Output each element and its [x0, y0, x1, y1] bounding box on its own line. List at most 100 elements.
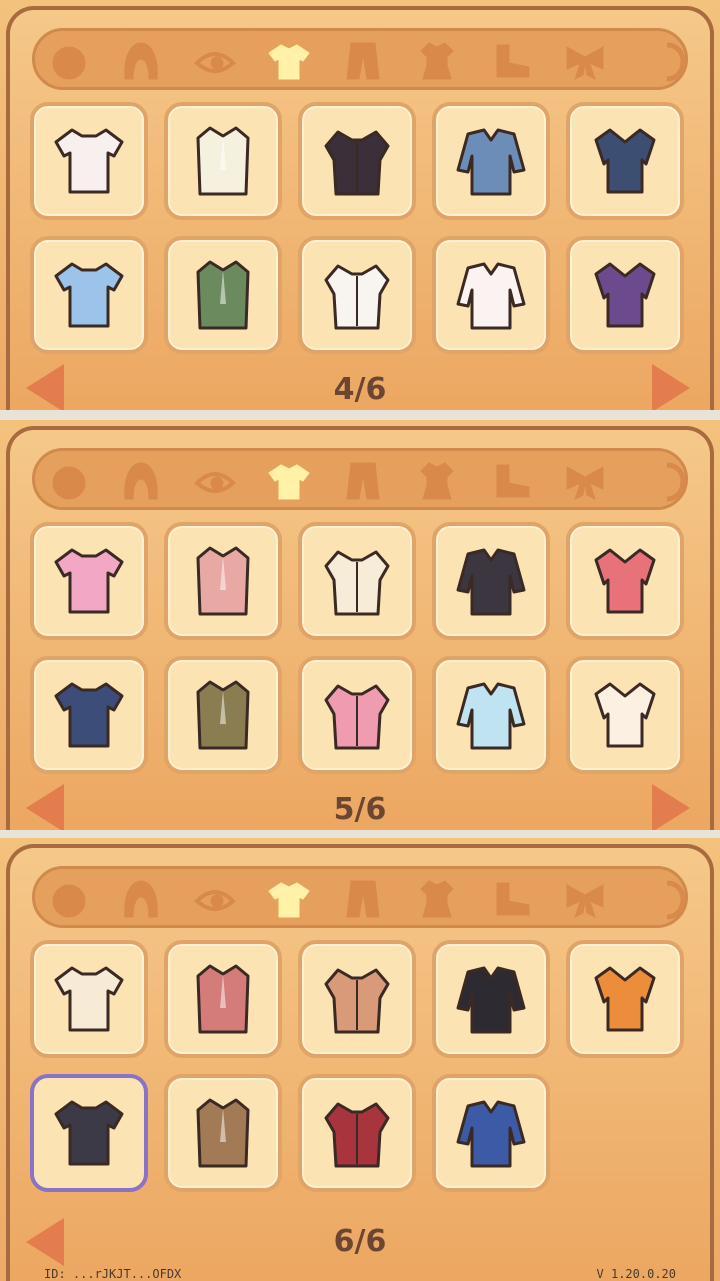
accessory-tab[interactable] [563, 39, 607, 83]
brown-blazer-icon [196, 1098, 250, 1168]
next-page-button[interactable] [652, 364, 690, 410]
clothing-item-navy-vest-blue-sleeves[interactable] [30, 656, 148, 774]
clothing-item-black-tee-bunny[interactable] [432, 522, 550, 640]
wardrobe-panel: 4/6 [0, 0, 720, 410]
next-page-button[interactable] [652, 784, 690, 830]
more-icon [666, 880, 686, 920]
clothing-item-cream-shirt-blue-sleeves[interactable] [566, 656, 684, 774]
cream-tee-ribbon-icon [324, 550, 390, 616]
dark-blazer-icon [54, 1100, 124, 1166]
clothing-item-light-blue-shrug[interactable] [432, 656, 550, 774]
outfit-tab[interactable] [415, 459, 459, 503]
top-tab[interactable] [267, 39, 311, 83]
face-icon [52, 466, 86, 500]
sailor-blouse-red-tie-icon [324, 264, 390, 330]
outfit-tab[interactable] [415, 39, 459, 83]
clothing-item-off-shoulder-white-top[interactable] [432, 236, 550, 354]
clothing-item-blue-blouse[interactable] [30, 236, 148, 354]
navy-sweater-wave-icon [594, 128, 656, 194]
clothing-item-pink-vest-belt[interactable] [298, 656, 416, 774]
clothing-item-yellow-sleeve-blouse-tie[interactable] [30, 940, 148, 1058]
clothing-item-cream-vest-green-tie[interactable] [164, 102, 282, 220]
clothing-item-brown-blazer[interactable] [164, 1074, 282, 1192]
bottom-icon [346, 880, 380, 918]
hair-icon [124, 42, 158, 80]
player-id: ID: ...rJKJT...OFDX [44, 1267, 182, 1281]
blue-varsity-jacket-icon [456, 1100, 526, 1168]
clothing-item-watermelon-crop-top[interactable] [566, 522, 684, 640]
prev-page-button[interactable] [26, 364, 64, 410]
eye-tab[interactable] [193, 877, 237, 921]
clothing-item-navy-sweater-wave[interactable] [566, 102, 684, 220]
clothing-item-cream-tee-ribbon[interactable] [298, 522, 416, 640]
category-tab-bar [32, 448, 688, 510]
more-tab[interactable] [645, 459, 689, 503]
wardrobe-panel: 6/6 ID: ...rJKJT...OFDX V 1.20.0.20 [0, 838, 720, 1281]
shoes-tab[interactable] [489, 877, 533, 921]
clothing-item-brown-sweater[interactable] [298, 940, 416, 1058]
prev-page-button[interactable] [26, 784, 64, 830]
navy-vest-blue-sleeves-icon [54, 682, 124, 748]
clothing-item-pink-layered-dress[interactable] [164, 522, 282, 640]
hair-tab[interactable] [119, 877, 163, 921]
accessory-tab[interactable] [563, 459, 607, 503]
top-tab[interactable] [267, 877, 311, 921]
eye-tab[interactable] [193, 459, 237, 503]
yellow-sleeve-blouse-tie-icon [54, 966, 124, 1032]
bottom-tab[interactable] [341, 39, 385, 83]
clothing-item-denim-jacket[interactable] [432, 102, 550, 220]
clothing-item-khaki-utility-jacket[interactable] [164, 656, 282, 774]
white-tee-black-cat-icon [54, 128, 124, 194]
eye-icon [194, 472, 236, 493]
page-indicator: 6/6 [333, 1224, 387, 1259]
bottom-tab[interactable] [341, 459, 385, 503]
black-cropped-cardigan-icon [456, 966, 526, 1034]
accessory-tab[interactable] [563, 877, 607, 921]
clothing-item-red-varsity-jacket[interactable] [298, 1074, 416, 1192]
shoes-tab[interactable] [489, 459, 533, 503]
footer-bar: ID: ...rJKJT...OFDX V 1.20.0.20 [0, 1267, 720, 1281]
clothing-item-red-fair-isle-cardigan[interactable] [164, 940, 282, 1058]
clothing-item-pink-blouse[interactable] [30, 522, 148, 640]
clothing-item-green-apron-dress[interactable] [164, 236, 282, 354]
hair-tab[interactable] [119, 459, 163, 503]
red-varsity-jacket-icon [324, 1102, 390, 1168]
clothing-item-black-cropped-cardigan[interactable] [432, 940, 550, 1058]
shoes-icon [496, 464, 530, 498]
accessory-icon [566, 466, 604, 500]
clothing-item-purple-hoodie[interactable] [566, 236, 684, 354]
clothing-item-dark-blazer[interactable] [30, 1074, 148, 1192]
pink-layered-dress-icon [196, 546, 250, 616]
bottom-tab[interactable] [341, 877, 385, 921]
shoes-icon [496, 882, 530, 916]
more-icon [666, 462, 686, 502]
light-blue-shrug-icon [456, 682, 526, 750]
clothing-item-blue-varsity-jacket[interactable] [432, 1074, 550, 1192]
clothing-item-white-tee-black-cat[interactable] [30, 102, 148, 220]
page-indicator: 4/6 [333, 372, 387, 407]
clothing-item-sailor-blouse-red-tie[interactable] [298, 236, 416, 354]
outfit-tab[interactable] [415, 877, 459, 921]
outfit-icon [420, 42, 454, 80]
face-tab[interactable] [47, 39, 91, 83]
outfit-icon [420, 880, 454, 918]
accessory-icon [566, 884, 604, 918]
hair-icon [124, 462, 158, 500]
orange-bomber-jacket-icon [594, 966, 656, 1032]
face-tab[interactable] [47, 877, 91, 921]
eye-tab[interactable] [193, 39, 237, 83]
more-icon [666, 42, 686, 82]
more-tab[interactable] [645, 39, 689, 83]
clothing-item-orange-bomber-jacket[interactable] [566, 940, 684, 1058]
shoes-tab[interactable] [489, 39, 533, 83]
prev-page-button[interactable] [26, 1218, 64, 1266]
clothing-item-black-bustier-heart[interactable] [298, 102, 416, 220]
more-tab[interactable] [645, 877, 689, 921]
eye-icon [194, 52, 236, 73]
top-icon [268, 44, 310, 80]
hair-tab[interactable] [119, 39, 163, 83]
top-icon [268, 882, 310, 918]
top-tab[interactable] [267, 459, 311, 503]
off-shoulder-white-top-icon [456, 262, 526, 330]
face-tab[interactable] [47, 459, 91, 503]
